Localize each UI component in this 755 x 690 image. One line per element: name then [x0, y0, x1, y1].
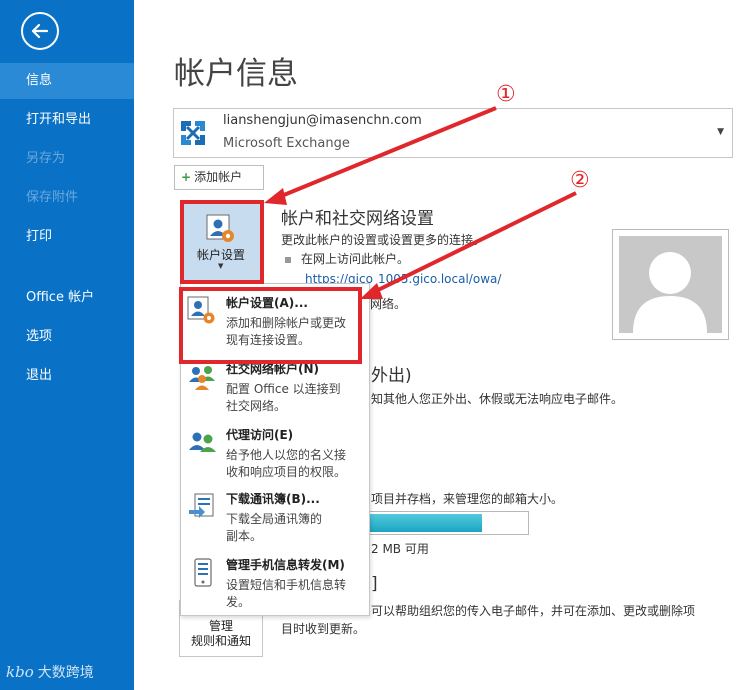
menu-item-mobile-alerts[interactable]: 管理手机信息转发(M) 设置短信和手机信息转 发。 — [181, 556, 369, 612]
nav-item-info[interactable]: 信息 — [0, 63, 134, 99]
section-oof-title: 外出) — [371, 366, 412, 386]
section-account-bullet-text: 在网上访问此帐户。 — [301, 252, 410, 266]
mailbox-usage-fill — [370, 514, 483, 532]
social-network-icon — [189, 366, 215, 390]
account-selector[interactable]: lianshengjun@imasenchn.com Microsoft Exc… — [173, 108, 733, 158]
menu-item-delegate-access[interactable]: 代理访问(E) 给予他人以您的名义接 收和响应项目的权限。 — [181, 426, 369, 482]
watermark: kbo 大数跨境 — [6, 662, 94, 682]
mobile-alerts-icon — [194, 558, 212, 587]
page-title: 帐户信息 — [174, 56, 298, 92]
menu-item-desc: 下载全局通讯簿的 — [226, 512, 323, 526]
menu-item-title: 代理访问(E) — [226, 428, 294, 442]
highlight-box-account-settings-button — [180, 200, 264, 284]
plus-icon: + — [181, 170, 192, 184]
bullet-icon — [285, 256, 291, 263]
menu-item-title: 管理手机信息转发(M) — [226, 558, 345, 572]
menu-item-desc: 副本。 — [226, 529, 263, 543]
section-account-desc: 更改此帐户的设置或设置更多的连接。 — [281, 233, 486, 247]
nav-item-options[interactable]: 选项 — [0, 319, 134, 355]
menu-item-social-network[interactable]: 社交网络帐户(N) 配置 Office 以连接到 社交网络。 — [181, 360, 369, 416]
menu-item-desc: 设置短信和手机信息转 — [226, 578, 347, 592]
profile-photo[interactable] — [612, 229, 729, 340]
add-account-button[interactable]: + 添加帐户 — [174, 165, 264, 190]
delegate-access-icon — [189, 432, 216, 452]
section-rules-desc-2: 目时收到更新。 — [281, 622, 366, 636]
menu-item-desc: 配置 Office 以连接到 — [226, 382, 341, 396]
chevron-down-icon[interactable]: ▼ — [717, 127, 724, 137]
menu-item-title: 下载通讯簿(B)... — [226, 492, 320, 506]
exchange-icon — [178, 118, 208, 148]
nav-item-open-export[interactable]: 打开和导出 — [0, 102, 134, 138]
add-account-label: 添加帐户 — [194, 170, 243, 184]
watermark-logo: kbo — [6, 663, 34, 681]
highlight-box-account-settings-menu-item — [179, 287, 362, 364]
menu-item-desc: 给予他人以您的名义接 — [226, 448, 347, 462]
outlook-backstage: 信息 打开和导出 另存为 保存附件 打印 Office 帐户 选项 退出 kbo… — [0, 0, 755, 690]
section-rules-desc-1: 可以帮助组织您的传入电子邮件，并可在添加、更改或删除项 — [371, 604, 696, 618]
owa-link-end[interactable]: 1005.gico.local/owa/ — [378, 272, 501, 286]
menu-item-download-address-book[interactable]: 下载通讯簿(B)... 下载全局通讯簿的 副本。 — [181, 490, 369, 546]
mailbox-usage-bar — [369, 511, 529, 535]
nav-item-save-attachments[interactable]: 保存附件 — [0, 180, 134, 216]
nav-item-exit[interactable]: 退出 — [0, 358, 134, 394]
section-oof-desc: 知其他人您正外出、休假或无法响应电子邮件。 — [371, 392, 624, 406]
watermark-text: 大数跨境 — [37, 665, 94, 681]
annotation-marker-1: ① — [496, 82, 516, 107]
menu-item-desc: 收和响应项目的权限。 — [226, 465, 347, 479]
section-account-partial: 网络。 — [370, 297, 407, 311]
nav-item-save-as[interactable]: 另存为 — [0, 141, 134, 177]
back-arrow-icon — [31, 23, 49, 39]
account-type: Microsoft Exchange — [223, 136, 350, 151]
menu-item-desc: 社交网络。 — [226, 399, 287, 413]
nav-item-print[interactable]: 打印 — [0, 219, 134, 255]
section-account-title: 帐户和社交网络设置 — [281, 209, 434, 229]
section-account-bullet: 在网上访问此帐户。 — [285, 250, 409, 267]
section-rules-title: ] — [371, 574, 378, 594]
download-address-book-icon — [189, 493, 214, 518]
annotation-marker-2: ② — [570, 168, 590, 193]
nav-item-office-account[interactable]: Office 帐户 — [0, 280, 134, 316]
section-mailbox-usage: 2 MB 可用 — [371, 542, 429, 556]
menu-item-desc: 发。 — [226, 595, 251, 609]
backstage-sidebar: 信息 打开和导出 另存为 保存附件 打印 Office 帐户 选项 退出 kbo… — [0, 0, 134, 690]
back-button[interactable] — [21, 12, 59, 50]
manage-rules-label-2: 规则和通知 — [190, 634, 251, 648]
account-email: lianshengjun@imasenchn.com — [223, 113, 422, 128]
profile-placeholder-icon — [619, 236, 722, 333]
section-mailbox-desc: 项目并存档，来管理您的邮箱大小。 — [371, 492, 564, 506]
